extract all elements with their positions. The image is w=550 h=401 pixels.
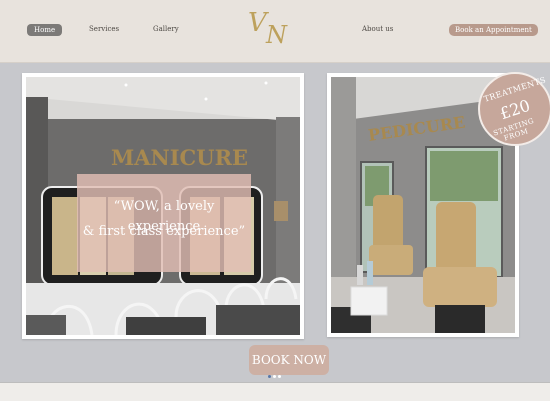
logo-letter-n: N <box>266 21 287 49</box>
carousel-dot-2[interactable] <box>273 375 276 378</box>
nav-home-link[interactable]: Home <box>27 24 63 36</box>
book-now-button[interactable]: BOOK NOW <box>249 345 329 375</box>
carousel-dot-3[interactable] <box>278 375 281 378</box>
footer-strip <box>0 382 550 401</box>
book-appointment-button[interactable]: Book an Appointment <box>449 24 538 36</box>
nav-about-link[interactable]: About us <box>362 25 393 33</box>
svg-text:MANICURE: MANICURE <box>111 145 248 170</box>
nav-services-link[interactable]: Services <box>89 25 119 33</box>
testimonial-line-2: & first class experience” <box>82 224 246 239</box>
price-badge: TREATMENTS £20 STARTING FROM <box>478 72 550 146</box>
carousel-dots <box>268 375 282 378</box>
carousel-dot-1[interactable] <box>268 375 271 378</box>
site-header: Home Services Gallery V N About us Book … <box>0 0 550 63</box>
testimonial-overlay: “WOW, a lovely experience & first class … <box>77 174 251 272</box>
site-logo[interactable]: V N <box>246 6 290 50</box>
logo-letter-v: V <box>248 8 267 38</box>
nav-gallery-link[interactable]: Gallery <box>153 25 179 33</box>
